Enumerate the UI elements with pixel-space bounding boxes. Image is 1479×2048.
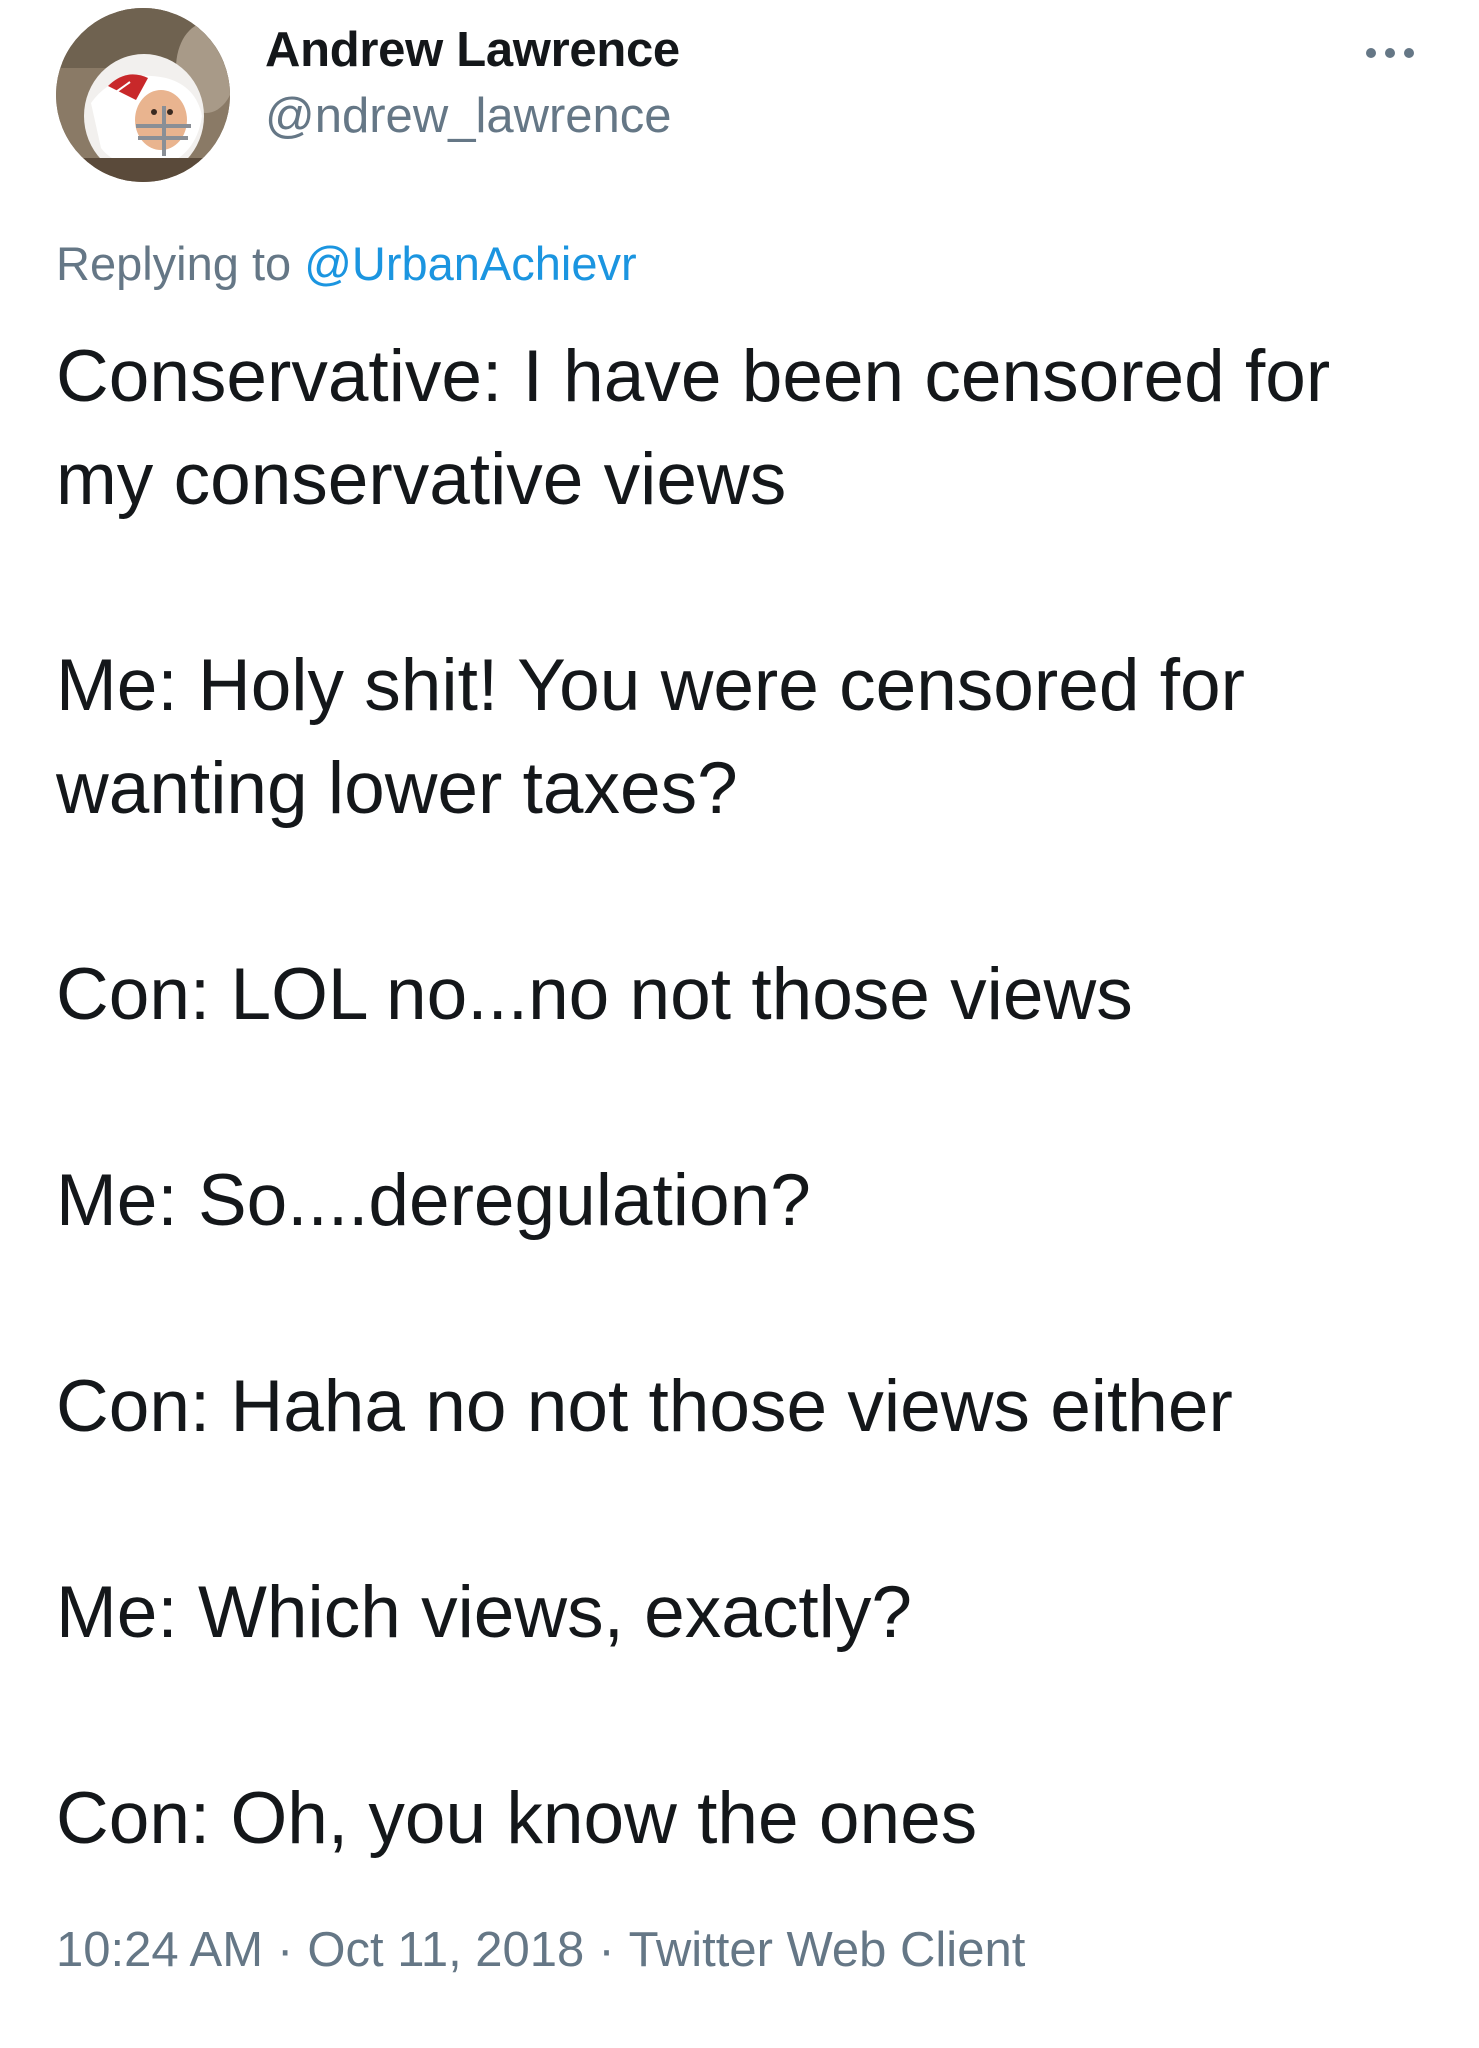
tweet-paragraph: Con: Oh, you know the ones (56, 1767, 1456, 1870)
tweet-line: Conservative: I have been censored for my… (56, 336, 1331, 520)
avatar-image (56, 8, 230, 182)
tweet: Andrew Lawrence @ndrew_lawrence Replying… (0, 0, 1479, 2048)
tweet-paragraph: Con: LOL no...no not those views (56, 943, 1456, 1046)
tweet-paragraph: Me: So....deregulation? (56, 1149, 1456, 1252)
tweet-time[interactable]: 10:24 AM (56, 1923, 263, 1977)
display-name[interactable]: Andrew Lawrence (265, 22, 680, 78)
tweet-paragraph: Me: Which views, exactly? (56, 1561, 1456, 1664)
tweet-paragraph: Me: Holy shit! You were censored for want… (56, 634, 1456, 840)
tweet-line: Me: So....deregulation? (56, 1160, 811, 1241)
replying-to-label: Replying to (56, 237, 292, 290)
tweet-source[interactable]: Twitter Web Client (629, 1923, 1026, 1977)
tweet-line: Con: Oh, you know the ones (56, 1778, 978, 1859)
tweet-date[interactable]: Oct 11, 2018 (307, 1923, 584, 1977)
tweet-line: Me: Which views, exactly? (56, 1572, 912, 1653)
more-icon[interactable] (1355, 28, 1425, 78)
avatar[interactable] (56, 8, 230, 182)
user-handle[interactable]: @ndrew_lawrence (265, 88, 672, 144)
tweet-paragraph: Conservative: I have been censored for my… (56, 325, 1456, 531)
more-icon-dot (1366, 48, 1376, 58)
more-icon-dot (1404, 48, 1414, 58)
tweet-meta: 10:24 AM · Oct 11, 2018 · Twitter Web Client (56, 1922, 1025, 1978)
meta-separator: · (598, 1923, 615, 1977)
replying-to: Replying to @UrbanAchievr (56, 236, 637, 291)
tweet-paragraph: Con: Haha no not those views either (56, 1355, 1456, 1458)
tweet-line: Con: Haha no not those views either (56, 1366, 1233, 1447)
tweet-line: Con: LOL no...no not those views (56, 954, 1133, 1035)
reply-mention-link[interactable]: @UrbanAchievr (304, 237, 636, 290)
more-icon-dot (1385, 48, 1395, 58)
tweet-line: Me: Holy shit! You were censored for want… (56, 645, 1245, 829)
meta-separator: · (277, 1923, 294, 1977)
tweet-text: Conservative: I have been censored for my… (56, 325, 1456, 1870)
